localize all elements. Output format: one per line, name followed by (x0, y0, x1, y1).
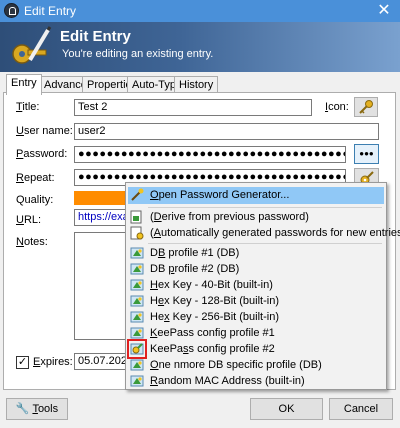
cancel-button[interactable]: Cancel (329, 398, 393, 420)
banner-subtitle: You're editing an existing entry. (62, 48, 214, 60)
profile-icon (130, 327, 144, 339)
profile-icon-outlined (130, 343, 144, 355)
menu-separator (148, 207, 382, 208)
title-label: Title: (16, 101, 40, 113)
password-label: Password: (16, 148, 68, 160)
profile-icon (130, 359, 144, 371)
keepass-lock-icon (4, 3, 19, 18)
key-pen-icon (12, 26, 52, 64)
title-bar: Edit Entry ✕ (0, 0, 400, 22)
profile-icon (130, 263, 144, 275)
icon-picker-button[interactable] (354, 97, 378, 117)
ok-button[interactable]: OK (250, 398, 323, 420)
expires-date-input[interactable]: 05.07.2020 0 (74, 353, 128, 370)
menu-item-hex-key-40[interactable]: Hex Key - 40-Bit (built-in) (128, 277, 384, 294)
quality-bar (74, 191, 126, 205)
wand-icon (131, 188, 144, 201)
menu-item-db-profile-1[interactable]: DB profile #1 (DB) (128, 245, 384, 262)
password-input[interactable]: ●●●●●●●●●●●●●●●●●●●●●●●●●●●●●●●●●●●●●●●●… (74, 146, 346, 163)
menu-item-random-mac[interactable]: Random MAC Address (built-in) (128, 373, 384, 390)
menu-item-hex-key-256[interactable]: Hex Key - 256-Bit (built-in) (128, 309, 384, 326)
window-title: Edit Entry (24, 4, 77, 18)
tab-history[interactable]: History (174, 76, 219, 93)
icon-label: Icon: (325, 101, 349, 113)
repeat-label: Repeat: (16, 172, 55, 184)
key-icon (359, 100, 373, 114)
username-label: User name: (16, 125, 73, 137)
expires-checkbox[interactable]: ✓ (16, 356, 29, 369)
menu-item-one-more-db-profile[interactable]: One nmore DB specific profile (DB) (128, 357, 384, 374)
wrench-icon: 🔧 (15, 403, 30, 415)
profile-icon (130, 311, 144, 323)
profile-icon (130, 295, 144, 307)
banner: Edit Entry You're editing an existing en… (0, 22, 400, 72)
tools-button[interactable]: 🔧 Tools (6, 398, 68, 420)
show-password-button[interactable]: ●●● (354, 144, 379, 164)
derive-icon (130, 210, 142, 224)
menu-separator (148, 243, 382, 244)
menu-item-keepass-profile-2[interactable]: KeePass config profile #2 (127, 339, 384, 359)
notes-label: Notes: (16, 236, 48, 248)
menu-item-hex-key-128[interactable]: Hex Key - 128-Bit (built-in) (128, 293, 384, 310)
menu-item-auto-generated[interactable]: (Automatically generated passwords for n… (128, 225, 400, 242)
banner-title: Edit Entry (60, 28, 131, 45)
url-label: URL: (16, 214, 42, 226)
profile-icon (130, 375, 144, 387)
menu-item-derive[interactable]: (Derive from previous password) (128, 209, 384, 226)
menu-item-open-password-generator[interactable]: Open Password Generator... (128, 187, 384, 204)
password-generator-menu: Open Password Generator... (Derive from … (125, 182, 400, 390)
notes-textarea[interactable] (74, 232, 128, 340)
profile-icon (130, 247, 144, 259)
close-button[interactable]: ✕ (372, 1, 396, 21)
menu-item-db-profile-2[interactable]: DB profile #2 (DB) (128, 261, 384, 278)
menu-item-keepass-profile-1[interactable]: KeePass config profile #1 (128, 325, 384, 342)
title-input[interactable]: Test 2 (74, 99, 312, 116)
profile-icon (130, 279, 144, 291)
tab-entry[interactable]: Entry (6, 74, 42, 95)
auto-gen-icon (130, 226, 144, 240)
expires-label: Expires: (33, 356, 73, 368)
url-input[interactable]: https://examp (74, 209, 128, 226)
username-input[interactable]: user2 (74, 123, 379, 140)
quality-label: Quality: (16, 194, 54, 206)
